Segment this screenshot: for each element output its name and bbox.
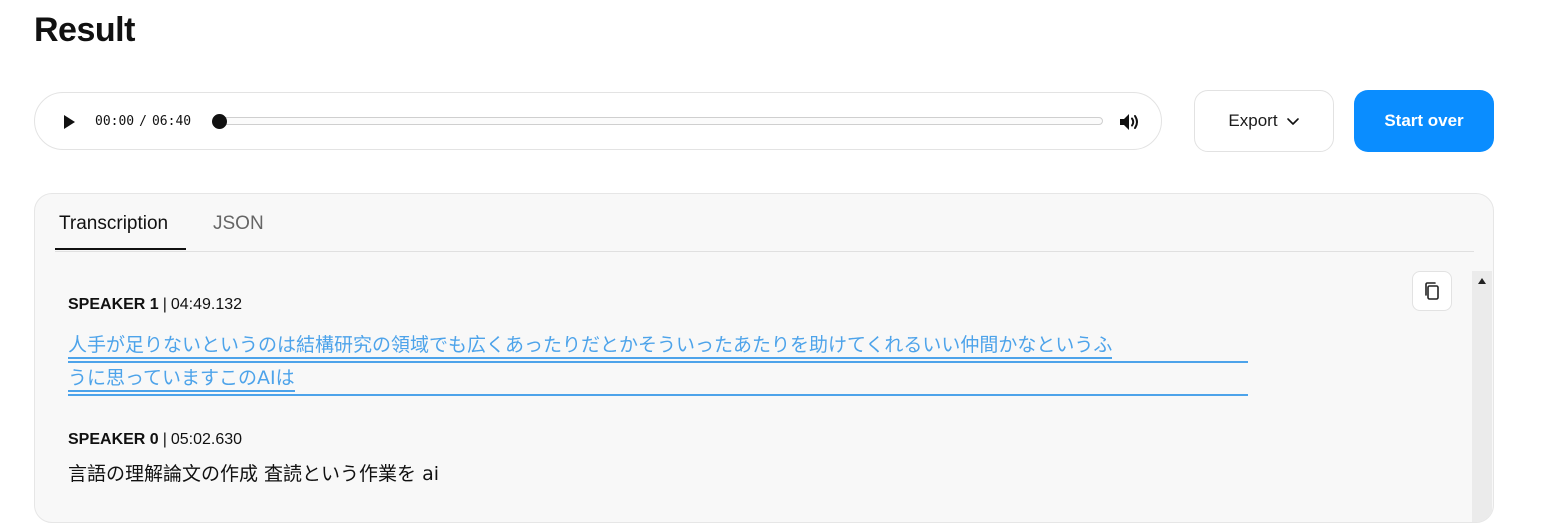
time-separator: / [139, 114, 147, 129]
segment-text[interactable]: 人手が足りないというのは結構研究の領域でも広くあったりだとかそういったあたりを助… [68, 330, 1248, 396]
volume-button[interactable] [1118, 111, 1144, 133]
seek-bar[interactable] [219, 117, 1103, 125]
scroll-up-arrow-icon[interactable] [1478, 278, 1486, 284]
header-separator: | [162, 431, 167, 448]
duration: 06:40 [151, 114, 192, 129]
copy-button[interactable] [1412, 271, 1452, 311]
transcript-segment[interactable]: SPEAKER 1 | 04:49.132 人手が足りないというのは結構研究の領域で… [68, 294, 1248, 396]
chevron-down-icon [1286, 118, 1299, 125]
current-time: 00:00 [95, 114, 135, 129]
segment-timestamp: 04:49.132 [170, 296, 243, 313]
scrollbar[interactable] [1472, 271, 1492, 522]
play-icon [64, 115, 75, 129]
segment-line: 人手が足りないというのは結構研究の領域でも広くあったりだとかそういったあたりを助… [68, 330, 1248, 363]
export-label: Export [1228, 111, 1278, 130]
seek-handle[interactable] [212, 114, 227, 129]
segment-line: 言語の理解論文の作成 査読という作業を ai [68, 463, 440, 485]
segment-line: うに思っていますこのAIは [68, 363, 1248, 396]
export-button[interactable]: Export [1194, 90, 1334, 152]
time-readout: 00:00 / 06:40 [95, 113, 191, 131]
speaker-label: SPEAKER 1 [68, 296, 159, 313]
tab-transcription[interactable]: Transcription [59, 212, 168, 236]
tab-json[interactable]: JSON [213, 212, 264, 236]
start-over-button[interactable]: Start over [1354, 90, 1494, 152]
copy-icon [1425, 282, 1439, 300]
play-button[interactable] [59, 112, 79, 132]
speaker-label: SPEAKER 0 [68, 431, 159, 448]
tab-bar: Transcription JSON [55, 194, 1474, 252]
transcript-segment[interactable]: SPEAKER 0 | 05:02.630 言語の理解論文の作成 査読という作業を … [68, 429, 1248, 489]
page-title: Result [34, 11, 135, 49]
result-panel: Transcription JSON SPEAKER 1 | 04:49.132 人… [34, 193, 1494, 523]
active-tab-indicator [55, 248, 186, 250]
segment-text[interactable]: 言語の理解論文の作成 査読という作業を ai [68, 459, 1248, 489]
segment-timestamp: 05:02.630 [170, 431, 243, 448]
audio-player: 00:00 / 06:40 [34, 92, 1162, 150]
segment-header: SPEAKER 0 | 05:02.630 [68, 429, 1248, 451]
header-separator: | [162, 296, 167, 313]
volume-icon [1120, 114, 1138, 130]
segment-header: SPEAKER 1 | 04:49.132 [68, 294, 1248, 316]
